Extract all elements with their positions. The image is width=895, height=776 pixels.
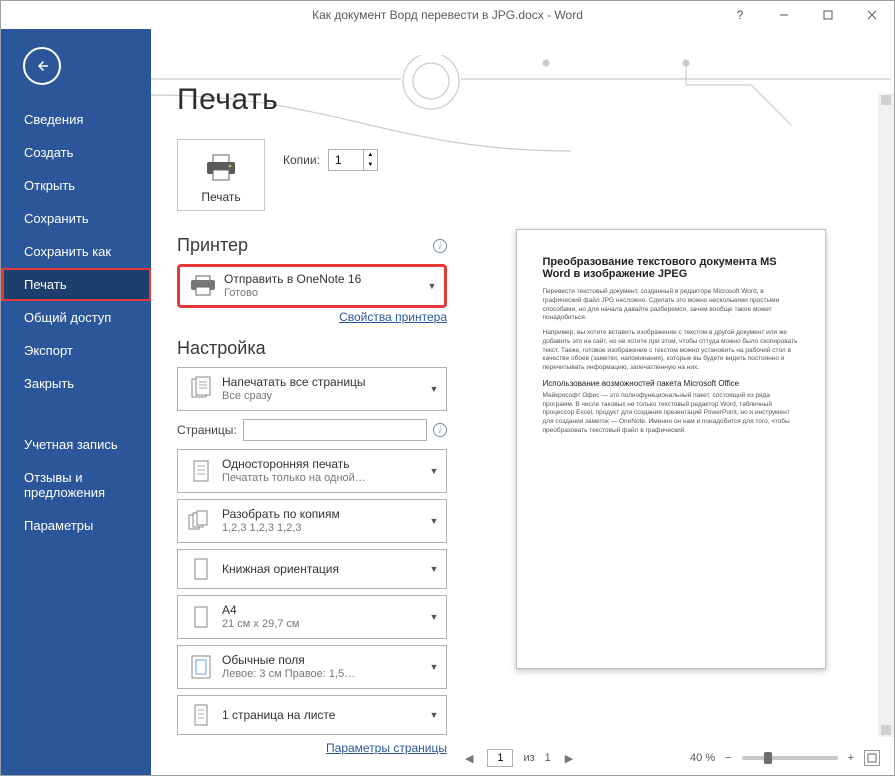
sheets-label: 1 страница на листе — [222, 708, 428, 723]
preview-scrollbar[interactable] — [878, 93, 894, 737]
preview-section: Использование возможностей пакета Micros… — [543, 379, 799, 388]
print-button-label: Печать — [192, 190, 250, 204]
collate-label: Разобрать по копиям — [222, 507, 428, 522]
nav-info[interactable]: Сведения — [1, 103, 151, 136]
printer-name: Отправить в OneNote 16 — [224, 272, 426, 287]
chevron-down-icon: ▼ — [428, 466, 440, 476]
copies-input[interactable] — [328, 149, 364, 171]
prev-page-button[interactable]: ◀ — [461, 752, 477, 765]
printer-device-icon — [188, 271, 218, 301]
chevron-down-icon: ▼ — [428, 384, 440, 394]
chevron-down-icon: ▼ — [428, 710, 440, 720]
duplex-dropdown[interactable]: Односторонняя печать Печатать только на … — [177, 449, 447, 493]
nav-feedback[interactable]: Отзывы и предложения — [1, 461, 151, 509]
orientation-dropdown[interactable]: Книжная ориентация ▼ — [177, 549, 447, 589]
printer-heading: Принтер — [177, 235, 248, 256]
zoom-out-button[interactable]: − — [725, 752, 731, 764]
orientation-label: Книжная ориентация — [222, 562, 428, 577]
nav-options[interactable]: Параметры — [1, 509, 151, 542]
chevron-down-icon: ▼ — [428, 662, 440, 672]
pages-input[interactable] — [243, 419, 427, 441]
maximize-button[interactable] — [806, 1, 850, 29]
page-title: Печать — [177, 83, 447, 117]
nav-share[interactable]: Общий доступ — [1, 301, 151, 334]
page-preview: Преобразование текстового документа MS W… — [516, 229, 826, 669]
margins-icon — [186, 652, 216, 682]
window-title: Как документ Ворд перевести в JPG.docx -… — [312, 8, 583, 22]
minimize-button[interactable] — [762, 1, 806, 29]
nav-account[interactable]: Учетная запись — [1, 428, 151, 461]
title-bar: Как документ Ворд перевести в JPG.docx -… — [1, 1, 894, 29]
duplex-sub: Печатать только на одной… — [222, 472, 428, 486]
zoom-fit-button[interactable] — [864, 750, 880, 766]
nav-print[interactable]: Печать — [1, 268, 151, 301]
print-range-label: Напечатать все страницы — [222, 375, 428, 390]
help-button[interactable]: ? — [718, 1, 762, 29]
preview-paragraph: Майкрософт Офис — это полнофункциональны… — [543, 392, 799, 436]
pages-icon — [186, 374, 216, 404]
chevron-down-icon: ▼ — [428, 612, 440, 622]
close-button[interactable] — [850, 1, 894, 29]
zoom-percent: 40 % — [690, 752, 715, 764]
zoom-slider[interactable] — [742, 756, 838, 760]
nav-export[interactable]: Экспорт — [1, 334, 151, 367]
nav-saveas[interactable]: Сохранить как — [1, 235, 151, 268]
page-total-prefix: из — [523, 752, 534, 764]
chevron-down-icon: ▼ — [428, 516, 440, 526]
duplex-label: Односторонняя печать — [222, 457, 428, 472]
printer-status: Готово — [224, 287, 426, 301]
paper-sub: 21 см x 29,7 см — [222, 618, 428, 632]
zoom-in-button[interactable]: + — [848, 752, 854, 764]
page-setup-link[interactable]: Параметры страницы — [177, 741, 447, 755]
copies-down-icon[interactable]: ▼ — [364, 160, 377, 170]
chevron-down-icon: ▼ — [428, 564, 440, 574]
pages-label: Страницы: — [177, 423, 237, 437]
page-total: 1 — [545, 752, 551, 764]
preview-footer: ◀ из 1 ▶ 40 % − + — [447, 741, 894, 775]
back-button[interactable] — [23, 47, 61, 85]
printer-properties-link[interactable]: Свойства принтера — [177, 310, 447, 324]
preview-paragraph: Перевести текстовый документ, созданный … — [543, 288, 799, 323]
collate-sub: 1,2,3 1,2,3 1,2,3 — [222, 522, 428, 536]
page-number-input[interactable] — [487, 749, 513, 767]
copies-up-icon[interactable]: ▲ — [364, 150, 377, 160]
printer-icon — [192, 150, 250, 186]
settings-heading: Настройка — [177, 338, 266, 359]
print-range-dropdown[interactable]: Напечатать все страницы Все сразу ▼ — [177, 367, 447, 411]
margins-dropdown[interactable]: Обычные поля Левое: 3 см Правое: 1,5… ▼ — [177, 645, 447, 689]
chevron-down-icon: ▼ — [426, 281, 438, 291]
margins-sub: Левое: 3 см Правое: 1,5… — [222, 668, 428, 682]
preview-title: Преобразование текстового документа MS W… — [543, 256, 799, 280]
paper-icon — [186, 602, 216, 632]
pages-per-sheet-dropdown[interactable]: 1 страница на листе ▼ — [177, 695, 447, 735]
print-button[interactable]: Печать — [177, 139, 265, 211]
info-icon[interactable]: i — [433, 423, 447, 437]
margins-label: Обычные поля — [222, 653, 428, 668]
portrait-icon — [186, 554, 216, 584]
backstage-sidebar: Сведения Создать Открыть Сохранить Сохра… — [1, 29, 151, 775]
paper-label: A4 — [222, 603, 428, 618]
nav-new[interactable]: Создать — [1, 136, 151, 169]
info-icon[interactable]: i — [433, 239, 447, 253]
collate-icon — [186, 506, 216, 536]
nav-save[interactable]: Сохранить — [1, 202, 151, 235]
print-range-sub: Все сразу — [222, 390, 428, 404]
printer-dropdown[interactable]: Отправить в OneNote 16 Готово ▼ — [177, 264, 447, 308]
nav-open[interactable]: Открыть — [1, 169, 151, 202]
one-per-sheet-icon — [186, 700, 216, 730]
single-side-icon — [186, 456, 216, 486]
papersize-dropdown[interactable]: A4 21 см x 29,7 см ▼ — [177, 595, 447, 639]
preview-pane: Преобразование текстового документа MS W… — [447, 29, 894, 775]
copies-label: Копии: — [283, 153, 320, 167]
copies-spinner[interactable]: ▲▼ — [328, 149, 378, 171]
nav-close[interactable]: Закрыть — [1, 367, 151, 400]
preview-paragraph: Например, вы хотите вставить изображение… — [543, 329, 799, 373]
collate-dropdown[interactable]: Разобрать по копиям 1,2,3 1,2,3 1,2,3 ▼ — [177, 499, 447, 543]
next-page-button[interactable]: ▶ — [561, 752, 577, 765]
